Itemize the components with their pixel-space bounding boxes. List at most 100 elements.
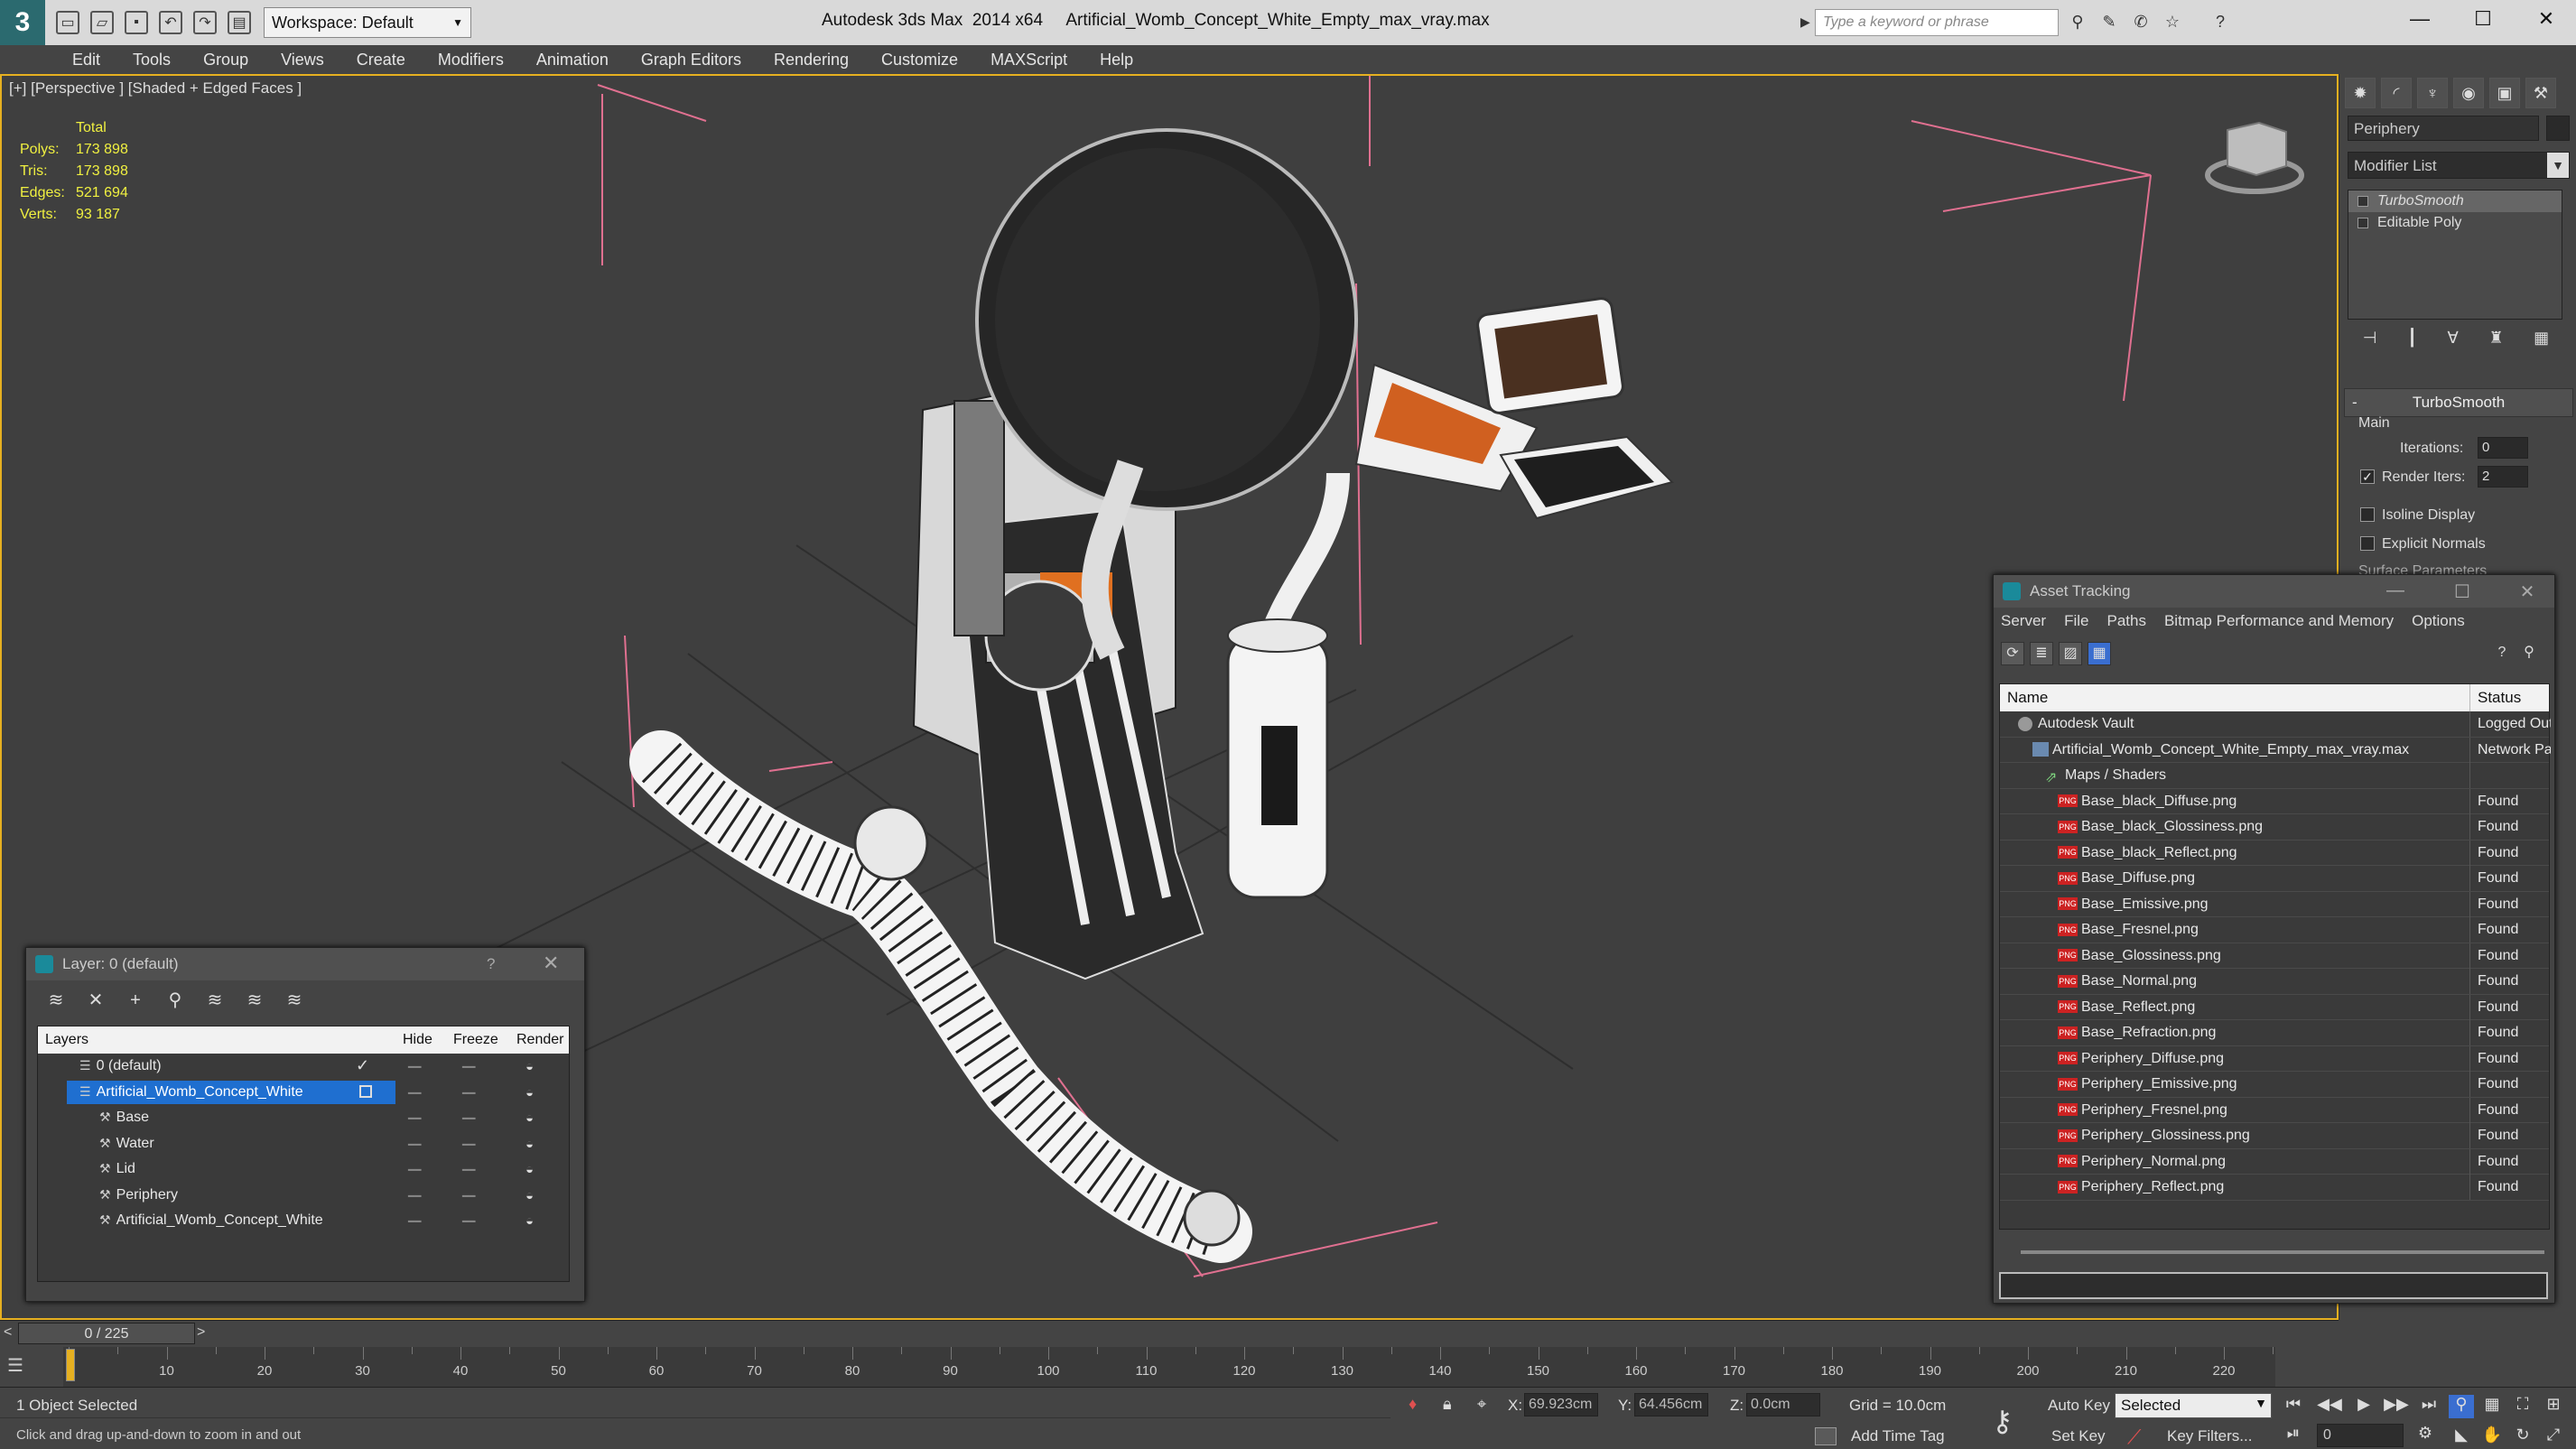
stack-item-turbosmooth[interactable]: TurboSmooth bbox=[2348, 190, 2562, 212]
orbit-icon[interactable]: ↻ bbox=[2510, 1426, 2535, 1449]
horizontal-scrollbar[interactable] bbox=[2021, 1250, 2544, 1254]
time-slider[interactable]: 0 / 225 bbox=[18, 1323, 195, 1344]
isolate-selection-icon[interactable]: ♦ bbox=[1409, 1395, 1417, 1414]
project-folder-icon[interactable]: ▤ bbox=[228, 11, 251, 34]
refresh-icon[interactable]: ⟳ bbox=[2001, 642, 2024, 665]
add-to-layer-icon[interactable]: + bbox=[124, 989, 147, 1013]
menu-bitmap-performance[interactable]: Bitmap Performance and Memory bbox=[2164, 612, 2394, 630]
modifier-list-dropdown[interactable]: Modifier List ▼ bbox=[2348, 152, 2570, 179]
column-freeze[interactable]: Freeze bbox=[453, 1032, 498, 1048]
light-bulb-icon[interactable] bbox=[2357, 196, 2368, 207]
layer-name-cell[interactable]: ⚒ Periphery bbox=[67, 1184, 395, 1207]
x-coordinate-field[interactable]: 69.923cm bbox=[1524, 1393, 1598, 1416]
display-tab-icon[interactable]: ▣ bbox=[2489, 78, 2520, 108]
asset-row[interactable]: PNG Periphery_Diffuse.png Found bbox=[2000, 1045, 2549, 1072]
asset-row[interactable]: PNG Base_black_Reflect.png Found bbox=[2000, 840, 2549, 866]
zoom-extents-icon[interactable]: ⛶ bbox=[2510, 1395, 2535, 1418]
menu-modifiers[interactable]: Modifiers bbox=[438, 51, 504, 70]
freeze-toggle[interactable]: ━━ bbox=[462, 1190, 475, 1203]
hide-toggle[interactable]: ━━ bbox=[408, 1138, 421, 1151]
modify-tab-icon[interactable]: ◜ bbox=[2381, 78, 2412, 108]
next-frame-icon[interactable]: ▶▶ bbox=[2384, 1395, 2409, 1416]
asset-row[interactable]: PNG Periphery_Reflect.png Found bbox=[2000, 1175, 2549, 1201]
menu-server[interactable]: Server bbox=[2001, 612, 2046, 630]
layer-row[interactable]: ⚒ Water ━━ ━━ ◒ bbox=[38, 1131, 569, 1157]
freeze-toggle[interactable]: ━━ bbox=[462, 1215, 475, 1228]
layer-name-cell[interactable]: ⚒ Water bbox=[67, 1132, 395, 1156]
expand-icon[interactable] bbox=[2357, 218, 2368, 228]
redo-icon[interactable]: ↷ bbox=[193, 11, 217, 34]
maximize-viewport-icon[interactable]: ⤢ bbox=[2541, 1426, 2566, 1449]
close-icon[interactable]: ✕ bbox=[2528, 7, 2564, 31]
make-unique-icon[interactable]: ∀ bbox=[2448, 329, 2459, 356]
chevron-left-icon[interactable]: < bbox=[4, 1324, 12, 1341]
asset-row[interactable]: ⇗ Maps / Shaders bbox=[2000, 763, 2549, 789]
explicit-normals-checkbox[interactable] bbox=[2360, 536, 2375, 551]
track-bar[interactable]: ☰ 10 20 30 40 50 60 70 80 90 100 110 120 130 140 150 16… bbox=[0, 1347, 2275, 1387]
column-name[interactable]: Name bbox=[2007, 689, 2048, 707]
time-playhead[interactable] bbox=[66, 1349, 75, 1381]
maxscript-listener[interactable] bbox=[0, 1388, 1390, 1418]
key-icon[interactable]: ⚷ bbox=[1992, 1404, 2013, 1438]
layer-dialog-titlebar[interactable]: Layer: 0 (default) ? ✕ bbox=[26, 948, 584, 980]
subscription-icon[interactable]: ✎ bbox=[2099, 13, 2119, 33]
asset-row[interactable]: PNG Base_Glossiness.png Found bbox=[2000, 943, 2549, 969]
new-layer-icon[interactable]: ≋ bbox=[44, 989, 68, 1013]
communication-icon[interactable]: ✆ bbox=[2131, 13, 2151, 33]
help-icon[interactable]: ? bbox=[2210, 13, 2230, 33]
configure-sets-icon[interactable]: ▦ bbox=[2534, 329, 2549, 356]
set-key-button[interactable]: Set Key bbox=[2051, 1427, 2106, 1445]
selection-lock-icon[interactable]: 🔒︎ bbox=[1443, 1395, 1452, 1414]
asset-row[interactable]: PNG Periphery_Normal.png Found bbox=[2000, 1148, 2549, 1175]
column-hide[interactable]: Hide bbox=[403, 1032, 432, 1048]
layer-row[interactable]: ☰ Artificial_Womb_Concept_White ━━ ━━ ◒ bbox=[38, 1080, 569, 1106]
undo-icon[interactable]: ↶ bbox=[159, 11, 182, 34]
layer-row[interactable]: ⚒ Artificial_Womb_Concept_White ━━ ━━ ◒ bbox=[38, 1208, 569, 1234]
menu-edit[interactable]: Edit bbox=[72, 51, 100, 70]
column-layers[interactable]: Layers bbox=[45, 1032, 88, 1048]
render-teapot-icon[interactable]: ◒ bbox=[525, 1162, 534, 1177]
asset-row[interactable]: PNG Base_Reflect.png Found bbox=[2000, 994, 2549, 1020]
freeze-toggle[interactable]: ━━ bbox=[462, 1164, 475, 1176]
app-logo-icon[interactable]: 3 bbox=[0, 0, 45, 45]
search-expand-icon[interactable]: ▶ bbox=[1800, 14, 1810, 30]
hide-toggle[interactable]: ━━ bbox=[408, 1190, 421, 1203]
layer-name-cell[interactable]: ⚒ Base bbox=[67, 1106, 395, 1129]
menu-paths[interactable]: Paths bbox=[2106, 612, 2145, 630]
layer-row[interactable]: ⚒ Base ━━ ━━ ◒ bbox=[38, 1105, 569, 1131]
maximize-icon[interactable]: ☐ bbox=[2465, 7, 2501, 31]
minimize-icon[interactable]: — bbox=[2382, 581, 2409, 601]
minimize-icon[interactable]: — bbox=[2402, 7, 2438, 31]
y-coordinate-field[interactable]: 64.456cm bbox=[1634, 1393, 1708, 1416]
menu-maxscript[interactable]: MAXScript bbox=[990, 51, 1067, 70]
menu-help[interactable]: Help bbox=[1100, 51, 1133, 70]
render-teapot-icon[interactable]: ◒ bbox=[525, 1059, 534, 1074]
iterations-spinner[interactable]: 0 bbox=[2478, 437, 2528, 459]
delete-layer-icon[interactable]: ✕ bbox=[84, 989, 107, 1013]
asset-row[interactable]: Artificial_Womb_Concept_White_Empty_max_… bbox=[2000, 737, 2551, 763]
zoom-extents-all-icon[interactable]: ⊞ bbox=[2541, 1395, 2566, 1418]
pin-stack-icon[interactable]: ⊣ bbox=[2363, 329, 2377, 356]
freeze-toggle[interactable]: ━━ bbox=[462, 1061, 475, 1073]
menu-customize[interactable]: Customize bbox=[881, 51, 958, 70]
open-file-icon[interactable]: ▱ bbox=[90, 11, 114, 34]
play-icon[interactable]: ▶ bbox=[2351, 1395, 2376, 1416]
help-button[interactable]: ? bbox=[487, 955, 495, 973]
add-time-tag[interactable]: Add Time Tag bbox=[1851, 1427, 1945, 1445]
time-config-icon[interactable]: ⚙ bbox=[2413, 1424, 2438, 1445]
absolute-mode-icon[interactable]: ⌖ bbox=[1477, 1395, 1486, 1414]
hierarchy-tab-icon[interactable]: ♆ bbox=[2417, 78, 2448, 108]
time-tag-icon[interactable] bbox=[1815, 1427, 1837, 1445]
pan-icon[interactable]: ✋ bbox=[2479, 1426, 2505, 1449]
favorites-icon[interactable]: ☆ bbox=[2162, 13, 2182, 33]
set-current-layer-box[interactable] bbox=[359, 1084, 372, 1098]
goto-end-icon[interactable]: ⏭ bbox=[2416, 1395, 2441, 1416]
isoline-display-checkbox[interactable] bbox=[2360, 507, 2375, 522]
maximize-icon[interactable]: ☐ bbox=[2449, 581, 2476, 603]
viewcube-icon[interactable] bbox=[2205, 121, 2304, 194]
key-mode-icon[interactable]: ⏯ bbox=[2281, 1424, 2306, 1445]
freeze-toggle[interactable]: ━━ bbox=[462, 1112, 475, 1125]
layer-name-cell[interactable]: ☰ Artificial_Womb_Concept_White bbox=[67, 1080, 395, 1104]
zoom-icon[interactable]: ⚲ bbox=[2449, 1395, 2474, 1418]
new-file-icon[interactable]: ▭ bbox=[56, 11, 79, 34]
